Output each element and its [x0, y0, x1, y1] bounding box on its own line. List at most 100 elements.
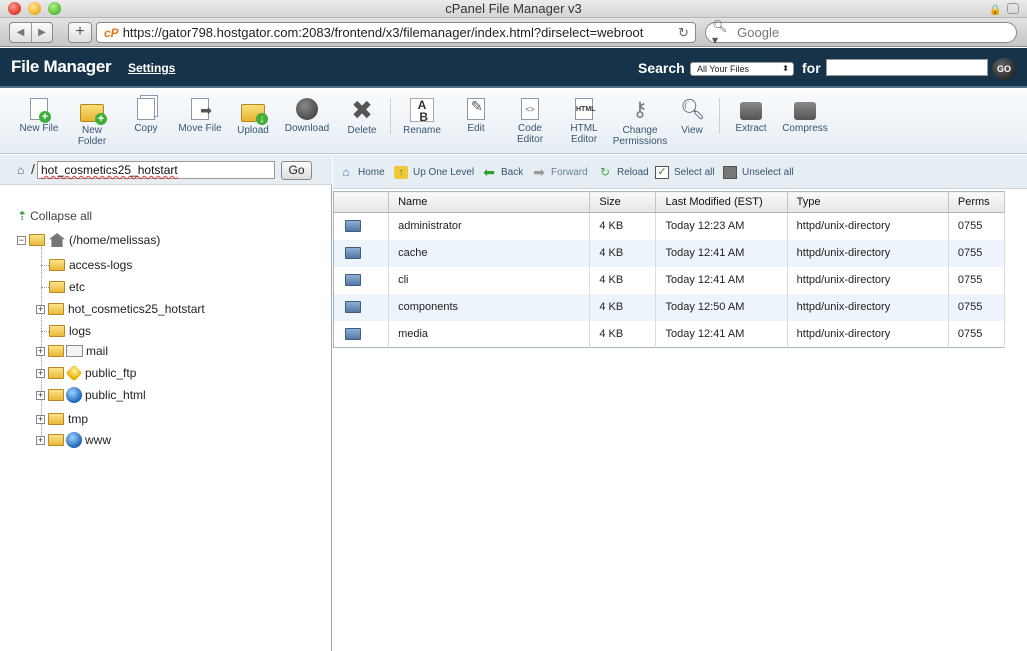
toolbar-toggle-button[interactable]	[1007, 3, 1019, 14]
tree-root[interactable]: − (/home/melissas)	[17, 231, 160, 249]
window-title: cPanel File Manager v3	[445, 1, 582, 16]
expand-toggle-icon[interactable]: +	[36, 346, 45, 356]
copy-button[interactable]: Copy	[116, 98, 176, 134]
home-icon[interactable]: ⌂	[17, 163, 24, 177]
rename-icon: A B	[410, 98, 434, 123]
tree-item-tmp[interactable]: + tmp	[36, 410, 88, 428]
file-name[interactable]: cache	[388, 239, 591, 267]
home-icon: ⌂	[342, 165, 350, 179]
column-perms[interactable]: Perms	[948, 191, 1006, 213]
lock-icon: 🔒	[989, 5, 1002, 16]
rename-button[interactable]: A B Rename	[392, 98, 452, 136]
url-text[interactable]: https://gator798.hostgator.com:2083/fron…	[123, 25, 683, 40]
change-permissions-button[interactable]: ⚷ Change Permissions	[610, 98, 670, 147]
tree-item-public-ftp[interactable]: + public_ftp	[36, 364, 136, 382]
expand-toggle-icon[interactable]: +	[36, 414, 45, 424]
reload-page-icon[interactable]: ↻	[678, 25, 689, 41]
forward-action[interactable]: ➡ Forward	[532, 165, 588, 179]
move-file-button[interactable]: ➡ Move File	[170, 98, 230, 134]
forward-arrow-icon[interactable]: ▶	[31, 23, 52, 42]
back-arrow-icon[interactable]: ◀	[10, 23, 31, 42]
address-bar[interactable]: cP https://gator798.hostgator.com:2083/f…	[96, 22, 696, 43]
download-button[interactable]: Download	[277, 98, 337, 134]
extract-button[interactable]: Extract	[721, 98, 781, 134]
compress-button[interactable]: Compress	[775, 98, 835, 134]
minimize-window-button[interactable]	[28, 2, 41, 15]
file-perms: 0755	[948, 320, 1006, 348]
expand-toggle-icon[interactable]: +	[36, 390, 45, 400]
code-editor-button[interactable]: <> Code Editor	[500, 98, 560, 145]
column-modified[interactable]: Last Modified (EST)	[655, 191, 788, 213]
new-file-button[interactable]: + New File	[9, 98, 69, 134]
tree-item-etc[interactable]: etc	[49, 278, 85, 296]
settings-link[interactable]: Settings	[128, 61, 175, 75]
edit-pencil-icon: ✎	[467, 98, 485, 120]
file-modified: Today 12:41 AM	[655, 320, 788, 348]
expand-toggle-icon[interactable]: +	[36, 304, 45, 314]
search-scope-select[interactable]: All Your Files ⬍	[690, 62, 794, 76]
unselect-all-action[interactable]: Unselect all	[723, 166, 794, 179]
web-search-field[interactable]: 🔍︎▾	[705, 19, 1017, 47]
view-button[interactable]: 🔍︎ View	[662, 98, 722, 136]
file-size: 4 KB	[589, 266, 657, 294]
folder-icon	[345, 220, 361, 233]
reload-icon: ↻	[599, 165, 611, 179]
home-action[interactable]: ⌂ Home	[339, 165, 384, 179]
for-label: for	[802, 60, 821, 76]
table-row[interactable]: components 4 KB Today 12:50 AM httpd/uni…	[333, 293, 1006, 321]
back-action[interactable]: ⬅ Back	[482, 164, 523, 180]
file-modified: Today 12:23 AM	[655, 212, 788, 240]
tree-item-logs[interactable]: logs	[49, 322, 91, 340]
web-search-input[interactable]	[737, 25, 1016, 40]
delete-button[interactable]: ✖ Delete	[332, 97, 392, 136]
file-name[interactable]: cli	[388, 266, 591, 294]
collapse-all-link[interactable]: ⇡ Collapse all	[17, 209, 92, 223]
up-one-level-action[interactable]: ↑ Up One Level	[394, 166, 474, 179]
file-name[interactable]: components	[388, 293, 591, 321]
vertical-scrollbar[interactable]	[1005, 191, 1027, 651]
new-folder-button[interactable]: + New Folder	[62, 98, 122, 147]
close-window-button[interactable]	[8, 2, 21, 15]
html-editor-button[interactable]: HTML HTML Editor	[554, 98, 614, 145]
tree-item-mail[interactable]: + mail	[36, 342, 108, 360]
globe-icon	[66, 387, 82, 403]
file-name[interactable]: media	[388, 320, 591, 348]
path-separator: /	[31, 161, 35, 177]
expand-toggle-icon[interactable]: +	[36, 435, 45, 445]
browser-navbar: ◀ ▶ + cP https://gator798.hostgator.com:…	[0, 18, 1027, 47]
collapse-toggle-icon[interactable]: −	[17, 235, 26, 245]
tree-item-hot-cosmetics[interactable]: + hot_cosmetics25_hotstart	[36, 300, 205, 318]
home-directory-icon	[49, 233, 65, 247]
table-row[interactable]: cache 4 KB Today 12:41 AM httpd/unix-dir…	[333, 239, 1006, 267]
add-bookmark-button[interactable]: +	[68, 22, 92, 43]
table-row[interactable]: administrator 4 KB Today 12:23 AM httpd/…	[333, 212, 1006, 240]
column-size[interactable]: Size	[589, 191, 657, 213]
tree-item-public-html[interactable]: + public_html	[36, 386, 146, 404]
column-type[interactable]: Type	[787, 191, 949, 213]
search-scope-value: All Your Files	[697, 64, 750, 74]
search-go-button[interactable]: GO	[992, 58, 1016, 80]
table-row[interactable]: cli 4 KB Today 12:41 AM httpd/unix-direc…	[333, 266, 1006, 294]
envelope-icon	[66, 345, 83, 357]
page-title: File Manager	[11, 57, 112, 76]
back-arrow-icon: ⬅	[483, 164, 495, 180]
tree-item-www[interactable]: + www	[36, 431, 111, 449]
zoom-window-button[interactable]	[48, 2, 61, 15]
upload-button[interactable]: ↓ Upload	[223, 98, 283, 136]
compress-box-icon	[794, 102, 816, 120]
expand-toggle-icon[interactable]: +	[36, 368, 45, 378]
select-all-action[interactable]: ✓ Select all	[655, 166, 715, 179]
edit-button[interactable]: ✎ Edit	[446, 98, 506, 134]
folder-icon	[48, 413, 64, 425]
table-row[interactable]: media 4 KB Today 12:41 AM httpd/unix-dir…	[333, 320, 1006, 348]
html-editor-icon: HTML	[575, 98, 595, 120]
path-input[interactable]: hot_cosmetics25_hotstart	[37, 161, 275, 179]
file-name[interactable]: administrator	[388, 212, 591, 240]
path-go-button[interactable]: Go	[281, 161, 312, 180]
download-icon	[296, 98, 318, 120]
path-bar: ⌂ / hot_cosmetics25_hotstart Go	[0, 155, 332, 185]
column-name[interactable]: Name	[388, 191, 591, 213]
reload-action[interactable]: ↻ Reload	[598, 166, 649, 179]
search-query-input[interactable]	[826, 59, 988, 76]
tree-item-access-logs[interactable]: access-logs	[49, 256, 132, 274]
